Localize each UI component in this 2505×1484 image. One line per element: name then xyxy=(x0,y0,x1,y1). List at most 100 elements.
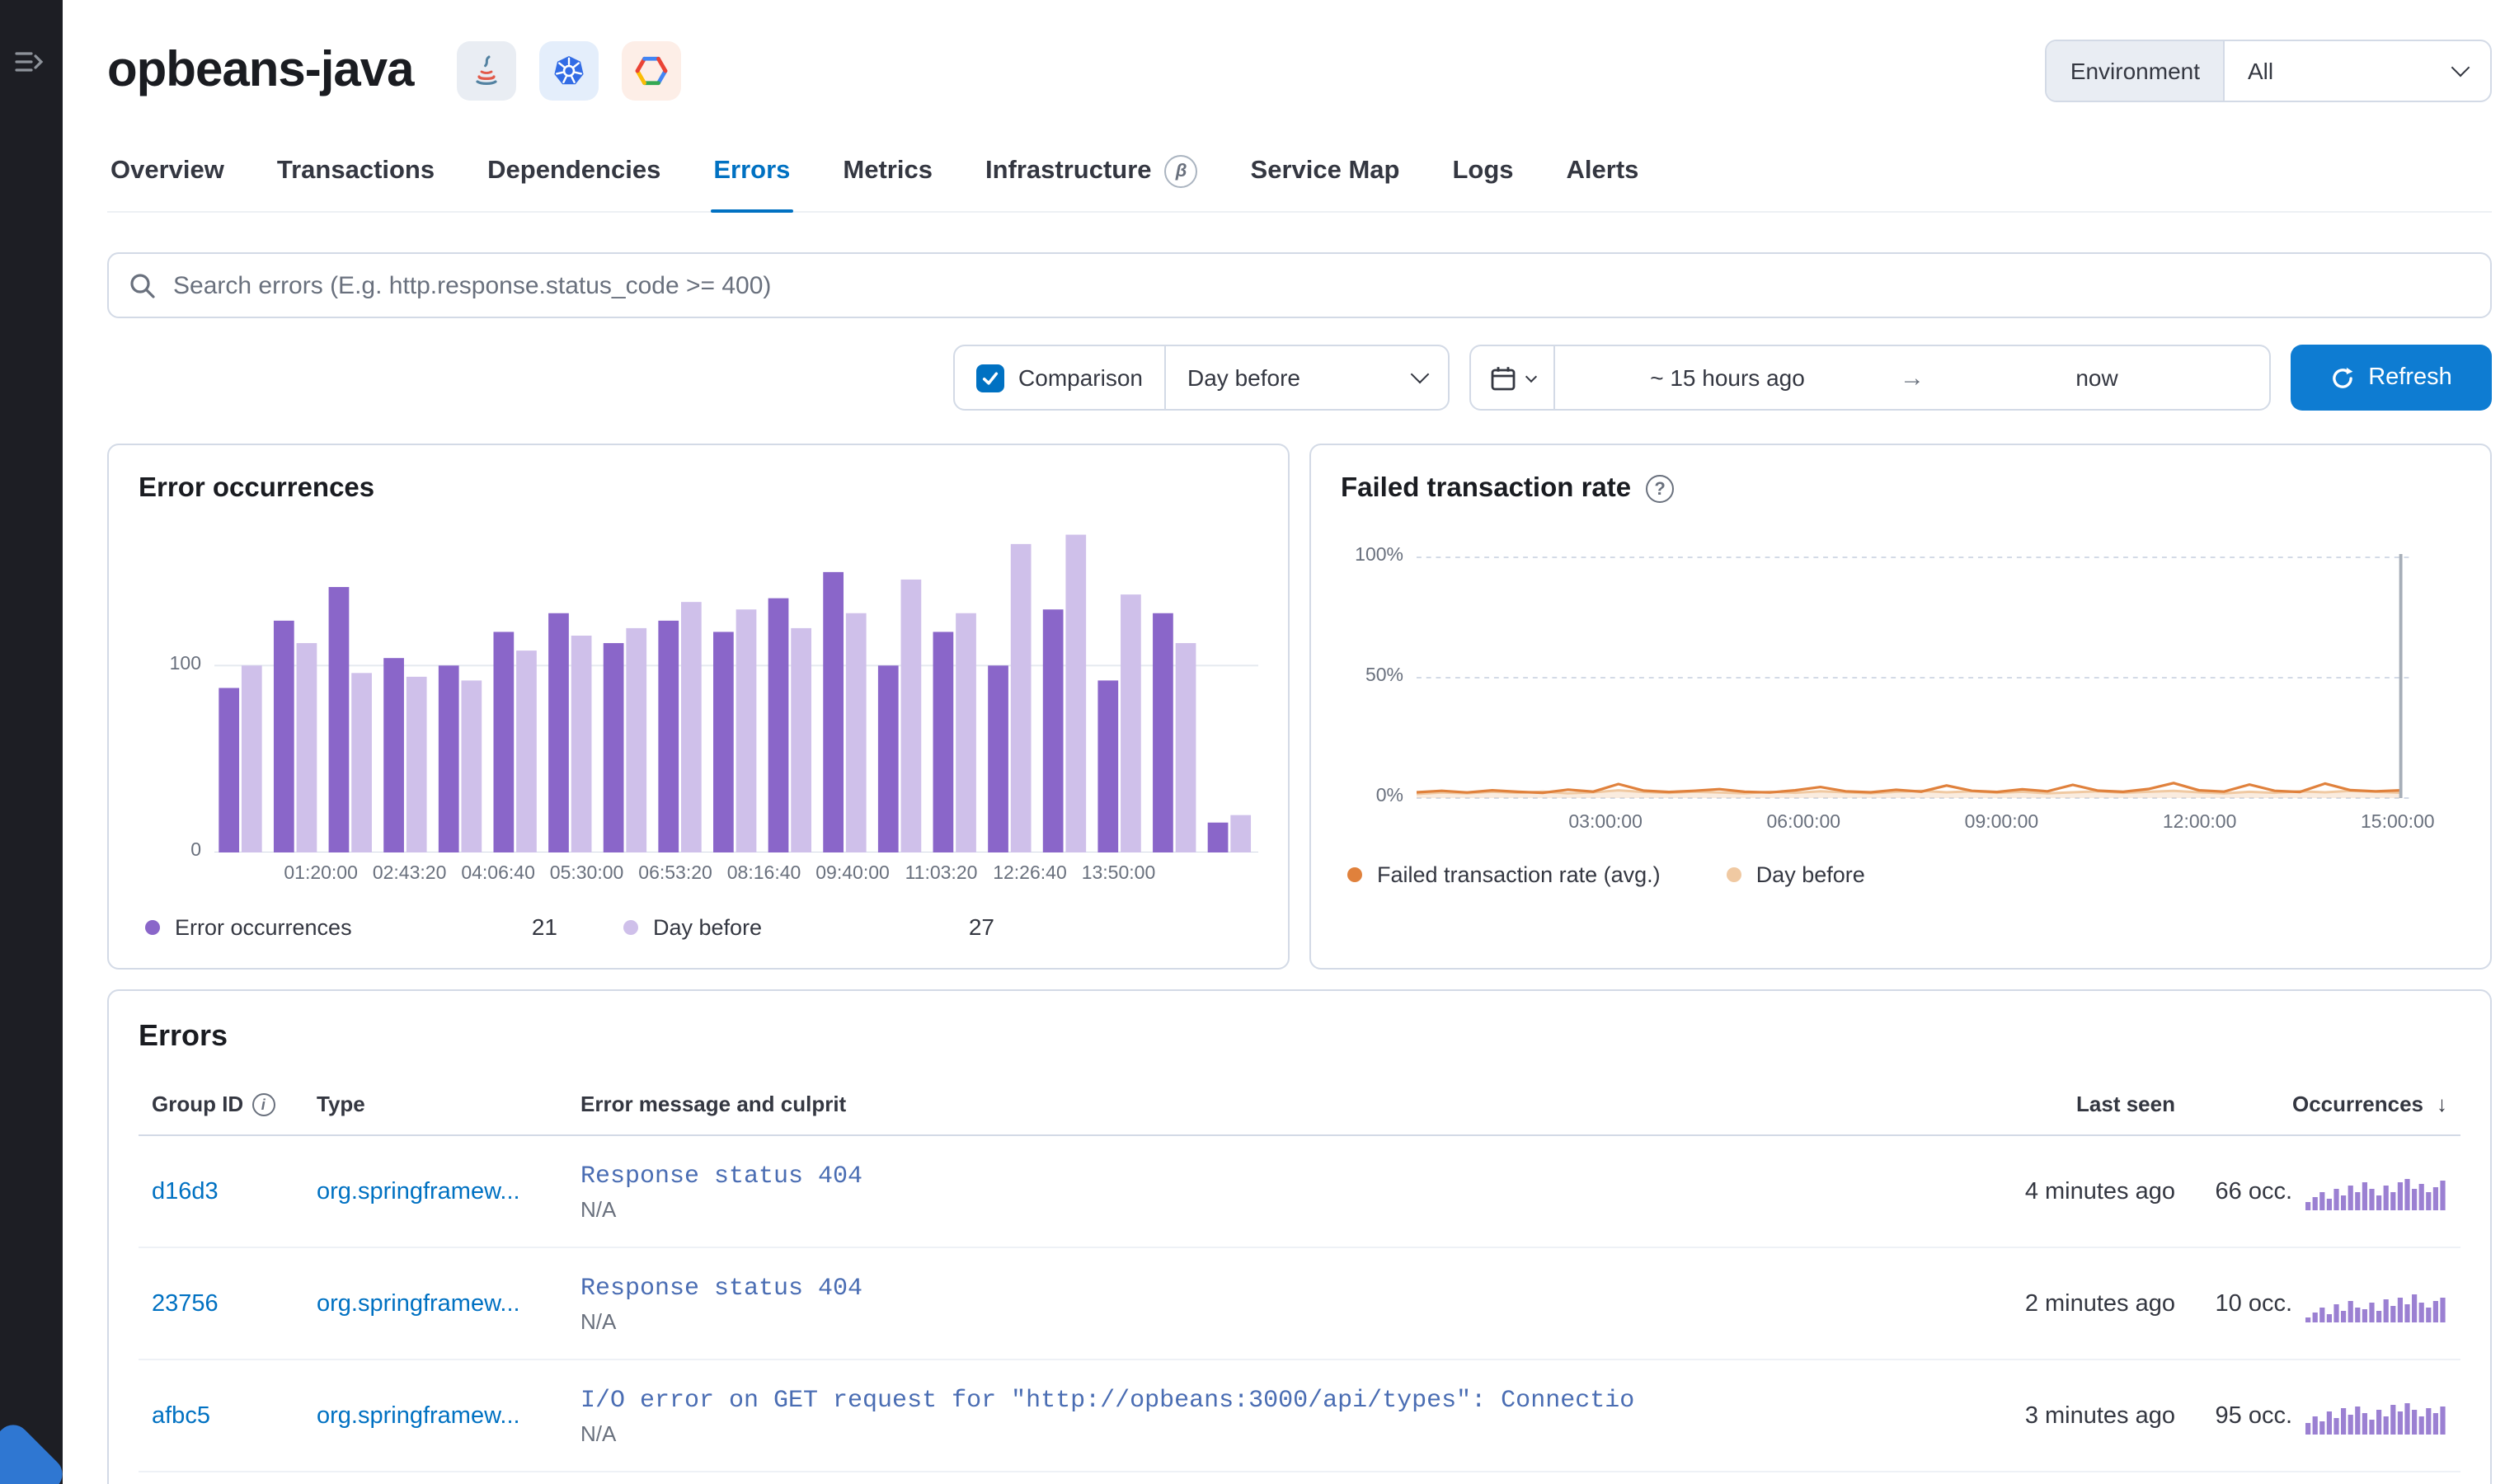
chevron-down-icon xyxy=(1525,369,1538,383)
error-group-id-link[interactable]: d16d3 xyxy=(152,1178,317,1205)
arrow-right-icon: → xyxy=(1900,364,1925,392)
date-picker: ~ 15 hours ago → now xyxy=(1469,345,2271,411)
bar-chart-x-axis: 01:20:00 02:43:20 04:06:40 05:30:00 06:53:20… xyxy=(214,864,1258,890)
sort-desc-icon: ↓ xyxy=(2437,1092,2447,1116)
occurrences-count: 95 occ. xyxy=(2215,1402,2293,1429)
collapsed-nav-sidebar xyxy=(0,0,63,1484)
legend-item[interactable]: Failed transaction rate (avg.) xyxy=(1347,862,1661,887)
column-occurrences-label: Occurrences xyxy=(2292,1092,2423,1116)
search-input[interactable] xyxy=(173,271,2470,299)
legend-count: 21 xyxy=(531,913,557,940)
refresh-button[interactable]: Refresh xyxy=(2291,345,2492,411)
table-row: d16d3 org.springframew... Response status … xyxy=(139,1136,2460,1248)
java-icon xyxy=(456,41,516,101)
column-group-id-label: Group ID xyxy=(152,1092,244,1116)
error-type-link[interactable]: org.springframew... xyxy=(317,1178,580,1205)
environment-label: Environment xyxy=(2047,41,2223,101)
y-axis-tick: 0 xyxy=(190,841,201,861)
legend-dot xyxy=(1726,867,1741,882)
tab-dependencies[interactable]: Dependencies xyxy=(484,148,664,211)
failed-transaction-rate-panel: Failed transaction rate ? 0% 50% 100% 03:0… xyxy=(1309,444,2492,970)
error-message-link[interactable]: I/O error on GET request for "http://opb… xyxy=(580,1386,1834,1414)
info-icon[interactable]: i xyxy=(251,1092,275,1115)
legend-count: 27 xyxy=(968,913,994,940)
tab-service-map[interactable]: Service Map xyxy=(1248,148,1403,211)
tab-metrics[interactable]: Metrics xyxy=(839,148,936,211)
tab-infrastructure[interactable]: Infrastructure β xyxy=(982,148,1201,211)
error-message-cell: Response status 404 N/A xyxy=(580,1274,1854,1333)
tab-errors[interactable]: Errors xyxy=(710,148,793,213)
app-root: opbeans-java Environment All Overview Tr… xyxy=(0,0,2505,1484)
x-axis-tick: 08:16:40 xyxy=(726,864,801,884)
error-message-link[interactable]: Response status 404 xyxy=(580,1162,1834,1190)
occurrences-sparkline xyxy=(2305,1402,2446,1434)
error-occurrences-panel: Error occurrences 0 100 01:20:00 02:43:20 0… xyxy=(107,444,1290,970)
x-axis-tick: 06:00:00 xyxy=(1766,813,1841,833)
error-type-link[interactable]: org.springframew... xyxy=(317,1290,580,1317)
legend-item[interactable]: Day before 27 xyxy=(623,913,994,940)
comparison-checkbox-group[interactable]: Comparison xyxy=(954,346,1164,409)
column-occurrences[interactable]: Occurrences ↓ xyxy=(2175,1092,2447,1116)
comparison-control: Comparison Day before xyxy=(952,345,1450,411)
failed-transaction-rate-chart: 0% 50% 100% 03:00:00 06:00:00 09:00:00 12:00:… xyxy=(1341,546,2460,839)
search-icon xyxy=(130,273,155,298)
x-axis-tick: 04:06:40 xyxy=(461,864,535,884)
x-axis-tick: 09:00:00 xyxy=(1964,813,2039,833)
occurrences-cell: 66 occ. xyxy=(2175,1173,2447,1209)
x-axis-tick: 01:20:00 xyxy=(284,864,358,884)
error-group-id-link[interactable]: 23756 xyxy=(152,1290,317,1317)
error-type-link[interactable]: org.springframew... xyxy=(317,1402,580,1429)
calendar-icon xyxy=(1491,366,1516,390)
date-picker-menu-button[interactable] xyxy=(1471,346,1555,409)
error-group-id-link[interactable]: afbc5 xyxy=(152,1402,317,1429)
error-message-link[interactable]: Response status 404 xyxy=(580,1274,1834,1302)
bar-chart-legend: Error occurrences 21 Day before 27 xyxy=(139,913,1258,940)
comparison-checkbox[interactable] xyxy=(975,364,1004,392)
error-message-cell: Response status 404 N/A xyxy=(580,1162,1854,1221)
refresh-icon xyxy=(2333,366,2353,387)
legend-item[interactable]: Error occurrences 21 xyxy=(145,913,557,940)
menu-expand-button[interactable] xyxy=(13,46,45,82)
tab-label: Transactions xyxy=(276,157,435,185)
legend-label: Day before xyxy=(653,914,763,939)
y-axis-tick: 50% xyxy=(1365,666,1403,686)
comparison-selected-value: Day before xyxy=(1187,364,1300,391)
time-controls-row: Comparison Day before ~ 15 hours ago → n… xyxy=(107,345,2492,411)
tab-label: Infrastructure xyxy=(985,157,1152,185)
x-axis-tick: 06:53:20 xyxy=(638,864,712,884)
error-occurrences-title: Error occurrences xyxy=(139,473,375,503)
search-errors-box xyxy=(107,252,2492,318)
help-icon[interactable]: ? xyxy=(1646,475,1675,503)
service-icon-badges xyxy=(456,41,681,101)
failed-transaction-rate-title: Failed transaction rate xyxy=(1341,473,1632,503)
bar-chart-plot xyxy=(214,534,1258,852)
line-chart-x-axis: 03:00:00 06:00:00 09:00:00 12:00:00 15:00:00 xyxy=(1417,813,2460,839)
environment-select[interactable]: All xyxy=(2223,41,2490,101)
refresh-label: Refresh xyxy=(2368,364,2452,391)
tab-logs[interactable]: Logs xyxy=(1449,148,1516,211)
tab-transactions[interactable]: Transactions xyxy=(274,148,438,211)
last-seen-value: 4 minutes ago xyxy=(2024,1178,2175,1205)
comparison-select[interactable]: Day before xyxy=(1164,346,1448,409)
tab-label: Service Map xyxy=(1250,157,1400,185)
tab-label: Metrics xyxy=(843,157,933,185)
last-seen-value: 2 minutes ago xyxy=(2024,1290,2175,1317)
tab-bar: Overview Transactions Dependencies Errors Me… xyxy=(107,148,2492,213)
tab-label: Overview xyxy=(110,157,224,185)
error-message-cell: I/O error on GET request for "http://opb… xyxy=(580,1386,1854,1445)
tab-alerts[interactable]: Alerts xyxy=(1563,148,1643,211)
date-range-end-button[interactable]: now xyxy=(1925,364,2269,391)
table-row: b2d86java.net.ConnectE...Connection time… xyxy=(139,1472,2460,1484)
tab-label: Alerts xyxy=(1566,157,1639,185)
table-row: 23756 org.springframew... Response status … xyxy=(139,1248,2460,1360)
errors-table-header: Group ID i Type Error message and culpri… xyxy=(139,1073,2460,1136)
legend-item[interactable]: Day before xyxy=(1726,862,1865,887)
main-content: opbeans-java Environment All Overview Tr… xyxy=(63,0,2505,1484)
column-group-id: Group ID i xyxy=(152,1092,317,1116)
x-axis-tick: 02:43:20 xyxy=(372,864,447,884)
error-culprit: N/A xyxy=(580,1308,617,1333)
comparison-label: Comparison xyxy=(1018,364,1143,391)
line-chart-plot xyxy=(1417,554,2414,799)
tab-overview[interactable]: Overview xyxy=(107,148,228,211)
date-range-start-button[interactable]: ~ 15 hours ago xyxy=(1555,364,1900,391)
